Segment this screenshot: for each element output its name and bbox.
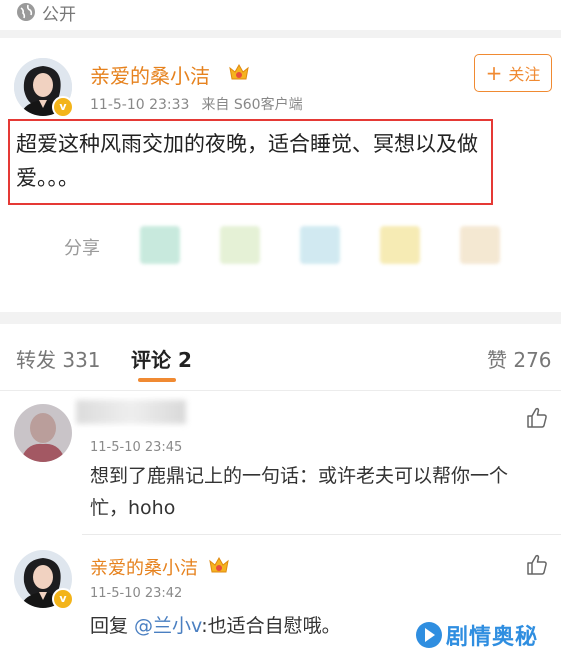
follow-label: 关注 <box>508 65 541 84</box>
comment-text: 想到了鹿鼎记上的一句话：或许老夫可以帮你一个忙，hoho <box>90 465 509 519</box>
share-wechat-icon[interactable] <box>140 226 180 264</box>
play-logo-icon <box>416 622 442 648</box>
tabs-divider <box>0 390 561 391</box>
commenter-avatar[interactable] <box>14 404 72 462</box>
share-qq-icon[interactable] <box>300 226 340 264</box>
section-divider <box>0 312 561 324</box>
post-timestamp: 11-5-10 23:33 <box>90 97 190 113</box>
share-label: 分享 <box>64 238 100 259</box>
tab-comments[interactable]: 评论 2 <box>131 344 192 373</box>
author-name[interactable]: 亲爱的桑小洁 <box>90 60 210 89</box>
mention-link[interactable]: @兰小v <box>134 615 201 637</box>
comment-author-name[interactable]: 亲爱的桑小洁 <box>90 554 198 580</box>
section-divider <box>0 30 561 38</box>
like-icon[interactable] <box>525 553 549 577</box>
plus-icon: + <box>485 61 503 85</box>
comment-timestamp: 11-5-10 23:45 <box>90 440 183 455</box>
visibility-label: 公开 <box>42 5 76 25</box>
follow-button[interactable]: + 关注 <box>474 54 552 92</box>
member-crown-icon <box>209 556 229 573</box>
like-icon[interactable] <box>525 406 549 430</box>
visibility-bar: 公开 <box>0 0 561 30</box>
reply-text: :也适合自慰哦。 <box>201 615 341 637</box>
post-text-highlight: 超爱这种风雨交加的夜晚，适合睡觉、冥想以及做爱。。。 <box>8 119 493 205</box>
tab-likes[interactable]: 赞 276 <box>487 344 552 373</box>
comment-timestamp: 11-5-10 23:42 <box>90 586 183 601</box>
comment-text: 回复 @兰小v:也适合自慰哦。 <box>90 610 420 642</box>
post-text: 超爱这种风雨交加的夜晚，适合睡觉、冥想以及做爱。。。 <box>16 132 478 190</box>
share-more-icon[interactable] <box>460 226 500 264</box>
post-meta: 11-5-10 23:33 来自 S60客户端 <box>90 94 303 114</box>
reply-prefix: 回复 <box>90 615 135 637</box>
globe-icon <box>17 3 35 21</box>
comment-divider <box>82 534 561 535</box>
watermark: 剧情奥秘 <box>416 619 538 651</box>
tab-reposts[interactable]: 转发 331 <box>16 344 101 373</box>
share-moments-icon[interactable] <box>220 226 260 264</box>
watermark-text: 剧情奥秘 <box>446 625 539 650</box>
verified-badge: v <box>52 588 74 610</box>
verified-badge: v <box>52 96 74 118</box>
active-tab-indicator <box>138 378 176 382</box>
share-qzone-icon[interactable] <box>380 226 420 264</box>
post-source: 来自 S60客户端 <box>201 97 303 113</box>
member-crown-icon <box>229 63 249 80</box>
commenter-name-blurred <box>76 400 186 424</box>
